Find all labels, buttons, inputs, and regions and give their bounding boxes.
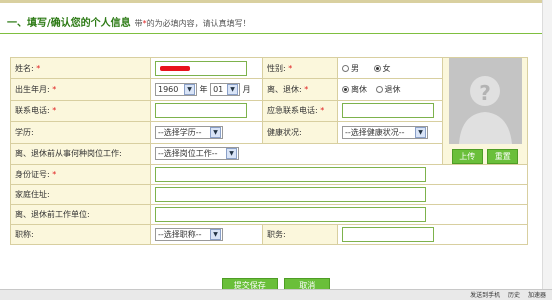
- redaction-mark: [160, 65, 190, 71]
- position-cell: --选择岗位工作-- ▼: [150, 142, 443, 166]
- id-label: 身份证号: *: [10, 164, 151, 185]
- send-to-phone-link[interactable]: 发送到手机: [470, 292, 500, 299]
- retire-label: 离、退休: *: [262, 78, 338, 101]
- name-label: 姓名: *: [10, 56, 151, 80]
- phone-label: 联系电话: *: [10, 99, 151, 123]
- id-cell: [150, 164, 528, 185]
- education-select[interactable]: --选择学历-- ▼: [155, 125, 223, 139]
- education-cell: --选择学历-- ▼: [150, 121, 263, 144]
- address-input[interactable]: [155, 187, 426, 202]
- health-select[interactable]: --选择健康状况-- ▼: [342, 125, 428, 139]
- photo-panel: ? 上传 重置: [442, 57, 528, 165]
- emergency-phone-label: 应急联系电话: *: [262, 99, 338, 123]
- birth-year-select[interactable]: 1960 ▼: [155, 83, 197, 97]
- title-divider: [0, 33, 552, 34]
- browser-statusbar: 发送到手机 历史 加速器: [0, 289, 552, 300]
- work-unit-input[interactable]: [155, 207, 426, 222]
- health-label: 健康状况:: [262, 121, 338, 144]
- retire-option-1[interactable]: 离休: [342, 85, 367, 94]
- duty-label: 职务:: [262, 224, 338, 245]
- gender-male-option[interactable]: 男: [342, 64, 359, 73]
- duty-input[interactable]: [342, 227, 434, 242]
- name-cell: [150, 56, 263, 80]
- work-unit-cell: [150, 204, 528, 225]
- birth-cell: 1960 ▼ 年 01 ▼ 月: [150, 78, 263, 101]
- reset-button[interactable]: 重置: [487, 149, 519, 164]
- gender-label: 性别: *: [262, 56, 338, 80]
- svg-text:?: ?: [479, 81, 491, 105]
- retire-cell: 离休 退休: [337, 78, 443, 101]
- section-title-text: 一、填写/确认您的个人信息: [7, 18, 131, 29]
- title-label: 职称:: [10, 224, 151, 245]
- position-label: 离、退休前从事何种岗位工作:: [10, 142, 151, 166]
- chevron-down-icon: ▼: [184, 84, 195, 96]
- avatar-placeholder: ?: [448, 58, 522, 144]
- retire-radio-2[interactable]: [375, 86, 383, 94]
- emergency-phone-cell: [337, 99, 443, 123]
- gender-cell: 男 女: [337, 56, 443, 80]
- duty-cell: [337, 224, 528, 245]
- chevron-down-icon: ▼: [210, 126, 221, 138]
- birth-label: 出生年月: *: [10, 78, 151, 101]
- history-link[interactable]: 历史: [508, 292, 520, 299]
- chevron-down-icon: ▼: [415, 126, 426, 138]
- title-select[interactable]: --选择职称-- ▼: [155, 228, 223, 241]
- chevron-down-icon: ▼: [226, 148, 237, 160]
- retire-radio-1[interactable]: [342, 86, 349, 94]
- phone-cell: [150, 99, 263, 123]
- health-cell: --选择健康状况-- ▼: [337, 121, 443, 144]
- personal-info-form: 姓名: * 性别: * 男 女 ? 上传 重置 出生年月: * 1960 ▼ 年…: [10, 56, 528, 245]
- name-input[interactable]: [155, 60, 247, 76]
- title-cell: --选择职称-- ▼: [150, 224, 263, 245]
- birth-month-select[interactable]: 01 ▼: [210, 83, 241, 97]
- gender-female-radio[interactable]: [373, 64, 381, 72]
- upload-button[interactable]: 上传: [451, 149, 483, 164]
- address-cell: [150, 184, 528, 205]
- gender-female-option[interactable]: 女: [373, 64, 391, 73]
- education-label: 学历:: [10, 121, 151, 144]
- accelerator-link[interactable]: 加速器: [528, 292, 546, 299]
- emergency-phone-input[interactable]: [342, 103, 434, 119]
- id-number-input[interactable]: [155, 167, 426, 182]
- person-silhouette-icon: ?: [448, 58, 522, 144]
- photo-buttons: 上传 重置: [447, 149, 523, 164]
- chevron-down-icon: ▼: [227, 84, 239, 96]
- retire-option-2[interactable]: 退休: [375, 85, 401, 94]
- vertical-scrollbar[interactable]: [542, 0, 552, 289]
- section-title: 一、填写/确认您的个人信息 带*的为必填内容，请认真填写！: [7, 14, 251, 29]
- gender-male-radio[interactable]: [342, 64, 349, 72]
- work-unit-label: 离、退休前工作单位:: [10, 204, 151, 225]
- chevron-down-icon: ▼: [210, 229, 221, 240]
- position-select[interactable]: --选择岗位工作-- ▼: [155, 147, 239, 161]
- top-border: [0, 0, 552, 3]
- address-label: 家庭住址:: [10, 184, 151, 205]
- phone-input[interactable]: [155, 103, 247, 119]
- section-note: 带*的为必填内容，请认真填写！: [134, 19, 251, 28]
